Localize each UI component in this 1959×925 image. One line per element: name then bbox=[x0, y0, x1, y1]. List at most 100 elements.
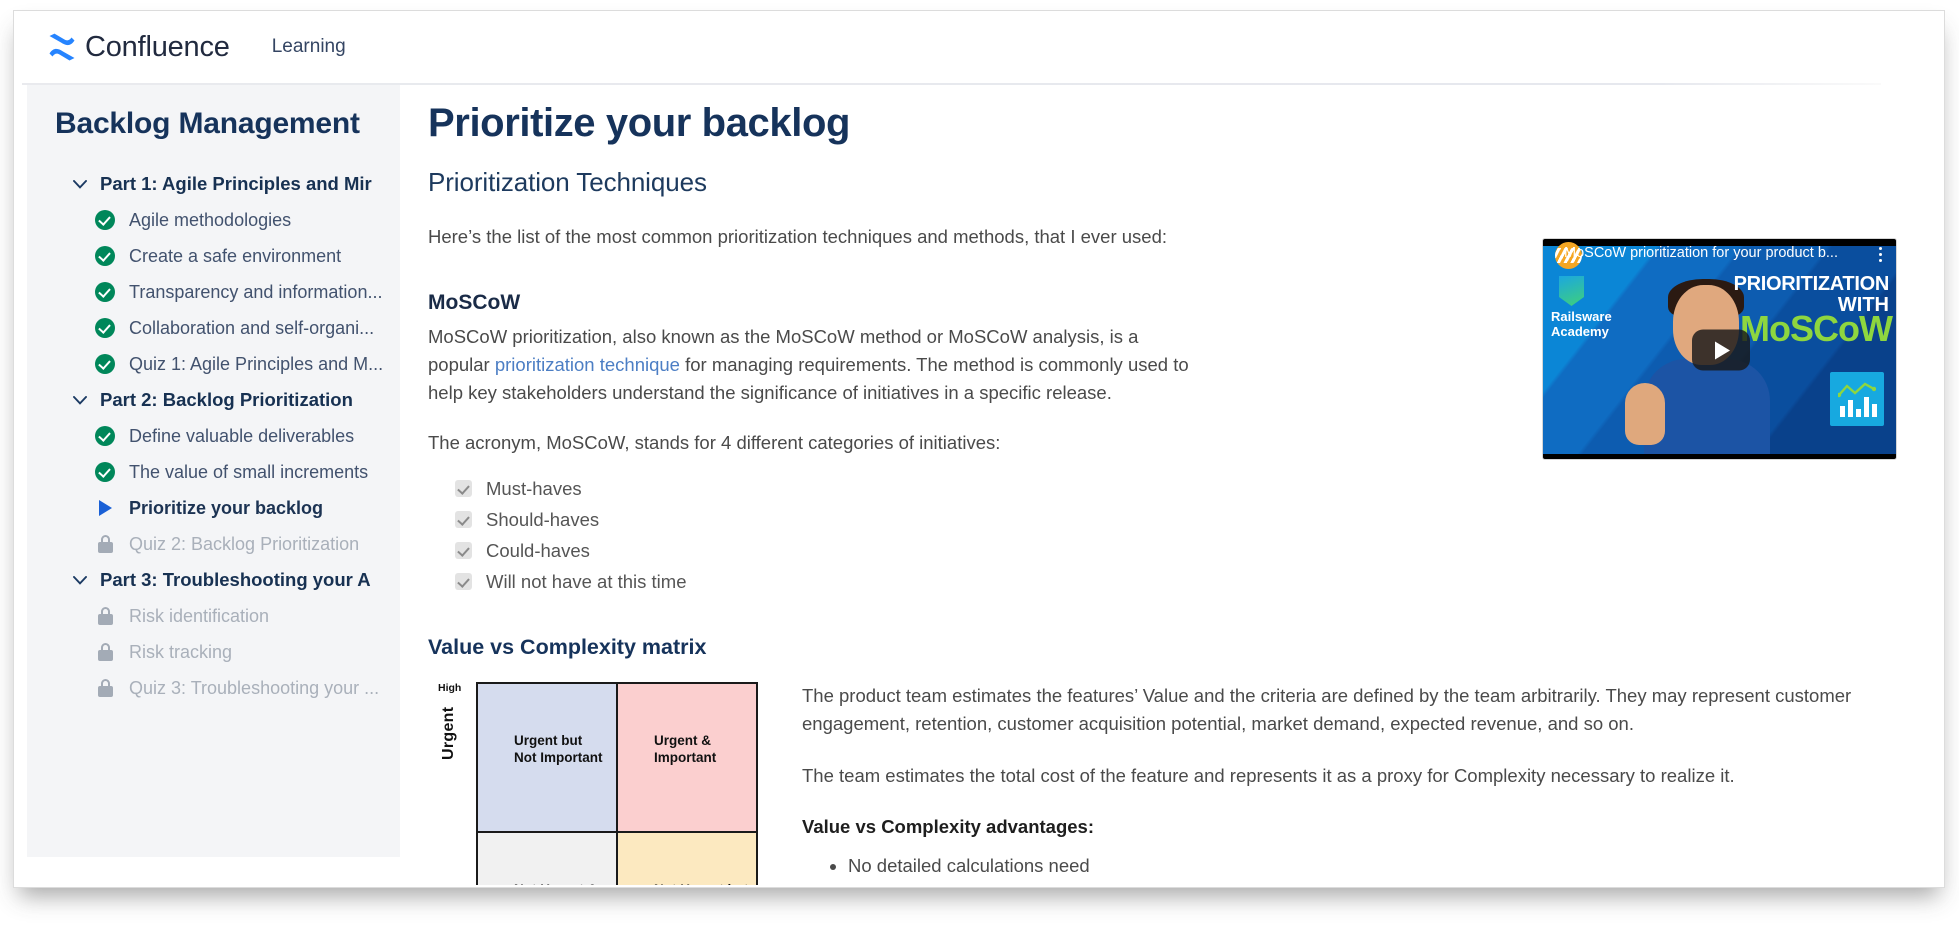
sidebar-item-risk-identification: Risk identification bbox=[27, 598, 400, 634]
quadrant-line-1: Not Urgent but bbox=[654, 881, 756, 885]
sidebar-item-label: Prioritize your backlog bbox=[129, 497, 324, 518]
matrix-paragraph-1: The product team estimates the features’… bbox=[802, 684, 1852, 734]
video-player-card[interactable]: PRIORITIZATION WITH MoSCoW Railsware Acad… bbox=[1542, 238, 1897, 460]
sidebar-item-label: Quiz 2: Backlog Prioritization bbox=[129, 533, 360, 554]
sidebar-item-create-a-safe-environment[interactable]: Create a safe environment bbox=[27, 238, 400, 274]
list-item: No detailed calculations need bbox=[848, 852, 1872, 880]
moscow-category-label: Should-haves bbox=[486, 508, 600, 530]
sidebar-item-prioritize-your-backlog[interactable]: Prioritize your backlog bbox=[27, 490, 400, 526]
matrix-and-text-row: High Urgent Urgent but Not Important Urg… bbox=[428, 681, 1928, 885]
check-circle-icon bbox=[94, 317, 116, 339]
quadrant-line-2: Important bbox=[654, 749, 717, 765]
app-window: Confluence Learning Backlog Management P… bbox=[13, 10, 1945, 888]
check-circle-icon bbox=[94, 425, 116, 447]
moscow-category-label: Could-haves bbox=[486, 539, 590, 561]
chevron-down-icon bbox=[72, 177, 88, 192]
check-circle-icon bbox=[94, 281, 116, 303]
sidebar-item-label: Quiz 3: Troubleshooting your ... bbox=[129, 677, 380, 698]
video-title[interactable]: MoSCoW prioritization for your product b… bbox=[1564, 245, 1866, 261]
moscow-category-list: Must-haves Should-haves Could-haves Will no… bbox=[455, 478, 1928, 593]
video-overlay-line-1: PRIORITIZATION bbox=[1733, 273, 1890, 295]
moscow-category-label: Will not have at this time bbox=[486, 570, 687, 592]
quadrant-line-2: Not Important bbox=[514, 749, 603, 765]
sidebar-item-label: The value of small increments bbox=[129, 461, 369, 482]
sidebar-item-define-valuable-deliverables[interactable]: Define valuable deliverables bbox=[27, 418, 400, 454]
play-icon[interactable] bbox=[1691, 329, 1750, 371]
checkbox-checked-icon[interactable] bbox=[455, 511, 472, 529]
sidebar-item-collaboration-and-self-organi[interactable]: Collaboration and self-organi... bbox=[27, 310, 400, 346]
sidebar-item-label: Agile methodologies bbox=[129, 209, 292, 230]
prioritization-technique-link[interactable]: prioritization technique bbox=[495, 354, 680, 375]
checkbox-checked-icon[interactable] bbox=[455, 573, 472, 591]
moscow-category-row: Could-haves bbox=[455, 540, 1928, 562]
chart-icon bbox=[1830, 372, 1884, 426]
moscow-category-label: Must-haves bbox=[486, 477, 582, 499]
academy-badge-icon bbox=[1559, 276, 1584, 306]
matrix-quadrant-bottom-left: Not Urgent & Not Important bbox=[477, 831, 617, 885]
check-circle-icon bbox=[94, 245, 116, 267]
matrix-quadrant-top-left: Urgent but Not Important bbox=[477, 682, 617, 832]
sidebar: Backlog Management Part 1: Agile Princip… bbox=[27, 85, 400, 857]
check-circle-icon bbox=[94, 353, 116, 375]
value-complexity-matrix: High Urgent Urgent but Not Important Urg… bbox=[428, 681, 758, 885]
play-icon bbox=[94, 497, 116, 519]
moscow-paragraph: MoSCoW prioritization, also known as the… bbox=[428, 323, 1198, 407]
sidebar-title: Backlog Management bbox=[55, 107, 360, 140]
sidebar-item-transparency-and-information[interactable]: Transparency and information... bbox=[27, 274, 400, 310]
matrix-paragraph-2: The team estimates the total cost of the… bbox=[802, 764, 1735, 786]
sidebar-group-label: Part 2: Backlog Prioritization bbox=[100, 389, 353, 410]
sidebar-item-label: Define valuable deliverables bbox=[129, 425, 355, 446]
sidebar-group-3[interactable]: Part 3: Troubleshooting your A bbox=[27, 562, 400, 598]
sidebar-item-quiz-2-backlog-prioritization: Quiz 2: Backlog Prioritization bbox=[27, 526, 400, 562]
sidebar-item-quiz-1-agile-principles-and-m[interactable]: Quiz 1: Agile Principles and M... bbox=[27, 346, 400, 382]
quadrant-line-1: Not Urgent & bbox=[514, 881, 616, 885]
chevron-down-icon bbox=[72, 393, 88, 408]
confluence-logo-icon bbox=[48, 33, 76, 61]
matrix-grid: Urgent but Not Important Urgent & Import… bbox=[476, 681, 758, 885]
matrix-axis-high-tick: High bbox=[438, 681, 462, 694]
matrix-heading: Value vs Complexity matrix bbox=[428, 634, 707, 659]
sidebar-group-label: Part 3: Troubleshooting your A bbox=[100, 569, 371, 590]
sidebar-item-quiz-3-troubleshooting-your: Quiz 3: Troubleshooting your ... bbox=[27, 670, 400, 706]
sidebar-item-label: Transparency and information... bbox=[129, 281, 383, 302]
brand-name: Confluence bbox=[85, 30, 230, 63]
lock-icon bbox=[94, 641, 116, 663]
main-content: Prioritize your backlog Prioritization T… bbox=[428, 85, 1928, 885]
course-nav-list: Part 1: Agile Principles and Mir Agile me… bbox=[27, 166, 400, 706]
sidebar-item-risk-tracking: Risk tracking bbox=[27, 634, 400, 670]
moscow-category-row: Must-haves bbox=[455, 478, 1928, 500]
matrix-quadrant-bottom-right: Not Urgent but Important bbox=[617, 831, 757, 885]
check-circle-icon bbox=[94, 461, 116, 483]
lock-icon bbox=[94, 533, 116, 555]
sidebar-item-label: Create a safe environment bbox=[129, 245, 342, 266]
checkbox-checked-icon[interactable] bbox=[455, 480, 472, 498]
video-overlay-line-3: MoSCoW bbox=[1740, 308, 1893, 349]
advantages-list: No detailed calculations need bbox=[802, 852, 1872, 880]
video-channel-name: Railsware Academy bbox=[1551, 309, 1612, 339]
matrix-description-column: The product team estimates the features’… bbox=[758, 682, 1928, 885]
matrix-y-axis-label: Urgent bbox=[440, 706, 457, 760]
quadrant-line-1: Urgent but bbox=[514, 732, 583, 748]
checkbox-checked-icon[interactable] bbox=[455, 542, 472, 560]
nav-learning-link[interactable]: Learning bbox=[272, 36, 346, 58]
kebab-menu-icon[interactable] bbox=[1872, 247, 1888, 262]
lock-icon bbox=[94, 677, 116, 699]
matrix-quadrant-top-right: Urgent & Important bbox=[617, 682, 757, 832]
sidebar-item-agile-methodologies[interactable]: Agile methodologies bbox=[27, 202, 400, 238]
sidebar-item-label: Risk identification bbox=[129, 605, 270, 626]
sidebar-item-label: Risk tracking bbox=[129, 641, 233, 662]
advantages-heading: Value vs Complexity advantages: bbox=[802, 815, 1095, 837]
moscow-category-row: Should-haves bbox=[455, 509, 1928, 531]
video-thumbnail: PRIORITIZATION WITH MoSCoW Railsware Acad… bbox=[1543, 246, 1896, 454]
quadrant-line-1: Urgent & bbox=[654, 732, 711, 748]
brand-logo[interactable]: Confluence bbox=[48, 31, 230, 64]
sidebar-group-2[interactable]: Part 2: Backlog Prioritization bbox=[27, 382, 400, 418]
sidebar-item-label: Collaboration and self-organi... bbox=[129, 317, 375, 338]
lock-icon bbox=[94, 605, 116, 627]
check-circle-icon bbox=[94, 209, 116, 231]
top-bar: Confluence Learning bbox=[14, 11, 1944, 83]
sidebar-group-label: Part 1: Agile Principles and Mir bbox=[100, 173, 372, 194]
sidebar-group-1[interactable]: Part 1: Agile Principles and Mir bbox=[27, 166, 400, 202]
section-subtitle: Prioritization Techniques bbox=[428, 167, 707, 197]
sidebar-item-the-value-of-small-increments[interactable]: The value of small increments bbox=[27, 454, 400, 490]
